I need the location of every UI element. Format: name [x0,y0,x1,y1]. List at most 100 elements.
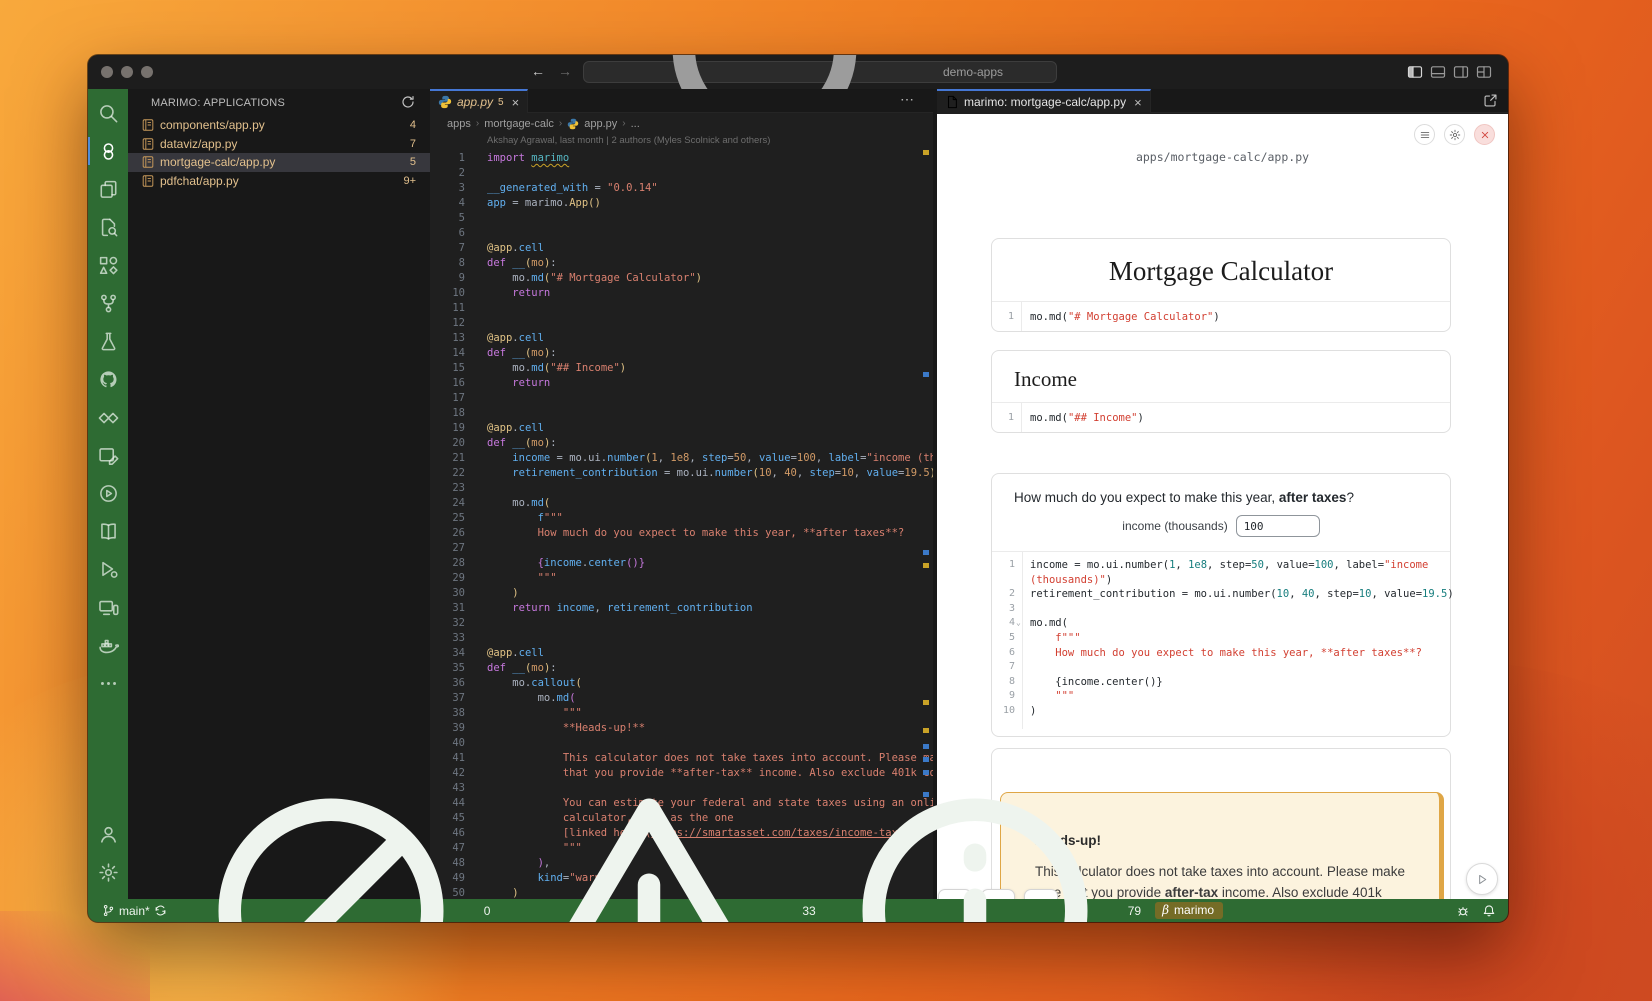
devices-activity-item[interactable] [88,588,128,626]
line-number: 1 [992,403,1022,432]
status-bar: main* 0 33 79 β marimo [88,899,1508,922]
preview-code-line: 7 [992,660,1450,675]
income-heading: Income [1014,367,1077,392]
history-forward-button[interactable]: → [558,63,572,79]
file-search-icon [98,217,119,238]
code-line: 24 mo.md( [430,496,933,511]
shutdown-button[interactable] [1474,124,1495,145]
git-fork-activity-item[interactable] [88,284,128,322]
menu-button[interactable] [1414,124,1435,145]
devices-icon [98,597,119,618]
copy-files-activity-item[interactable] [88,170,128,208]
problem-count-badge: 5 [410,156,416,168]
ruler-mark [923,563,929,568]
docker-activity-item[interactable] [88,626,128,664]
run-activity-item[interactable] [88,550,128,588]
zoom-window-button[interactable] [141,66,153,78]
search-activity-item[interactable] [88,94,128,132]
menu-icon [1419,129,1431,141]
customize-layout-icon[interactable] [1476,64,1492,80]
breadcrumb-item[interactable]: apps [447,118,471,130]
chevron-right-icon: › [476,118,479,129]
file-search-activity-item[interactable] [88,208,128,246]
income-number-input[interactable]: 100 [1236,515,1320,537]
problem-count-badge: 7 [410,138,416,150]
code-line: 22 retirement_contribution = mo.ui.numbe… [430,466,933,481]
tab-bar: marimo: mortgage-calc/app.py × [937,89,1508,113]
code-line: 7@app.cell [430,241,933,256]
symbols-activity-item[interactable] [88,246,128,284]
warning-count: 33 [802,904,815,918]
beaker-activity-item[interactable] [88,322,128,360]
tab-app-py[interactable]: app.py 5 × [430,89,528,113]
ruler-mark [923,728,929,733]
toggle-panel-icon[interactable] [1430,64,1446,80]
window-edit-activity-item[interactable] [88,436,128,474]
branch-icon [102,904,115,917]
play-circle-activity-item[interactable] [88,474,128,512]
code-line: 35def __(mo): [430,661,933,676]
line-number: 1 [992,302,1022,331]
breadcrumb[interactable]: apps›mortgage-calc›app.py›... [430,114,933,133]
code-line: 5 [430,211,933,226]
breadcrumb-item[interactable]: mortgage-calc [484,118,554,130]
bell-icon[interactable] [1482,904,1496,918]
cell-code[interactable]: mo.md("# Mortgage Calculator") [1022,311,1220,323]
notebook-icon [141,137,155,151]
toggle-secondary-sidebar-icon[interactable] [1453,64,1469,80]
beaker-icon [98,331,119,352]
code-line: 2 [430,166,933,181]
settings-button[interactable] [1444,124,1465,145]
diamonds-activity-item[interactable] [88,398,128,436]
refresh-icon[interactable] [400,94,416,110]
file-row[interactable]: components/app.py 4 [128,116,430,135]
remote-label: marimo [1174,903,1214,917]
file-list: components/app.py 4 dataviz/app.py 7 mor… [128,116,430,190]
close-icon[interactable]: × [512,95,520,110]
file-row[interactable]: mortgage-calc/app.py 5 [128,153,430,172]
github-activity-item[interactable] [88,360,128,398]
file-row[interactable]: pdfchat/app.py 9+ [128,172,430,191]
more-actions-icon[interactable]: ⋯ [900,91,915,108]
marimo-logo-icon: β [1162,903,1169,917]
toggle-sidebar-icon[interactable] [1407,64,1423,80]
code-line: 37 mo.md( [430,691,933,706]
open-external-icon[interactable] [1483,93,1498,108]
ruler-mark [923,150,929,155]
command-center[interactable]: demo-apps [583,61,1057,83]
desktop-wallpaper: ← → demo-apps MARIMO: APPLICATIONS [0,0,1652,1001]
run-cell-button[interactable] [1466,863,1498,895]
marimo-remote-badge[interactable]: β marimo [1155,902,1223,919]
code-line: 27 [430,541,933,556]
cell-code-block[interactable]: 1income = mo.ui.number(1, 1e8, step=50, … [992,551,1450,729]
sync-icon[interactable] [154,904,167,917]
preview-code-line: 8 {income.center()} [992,675,1450,690]
window-edit-icon [98,445,119,466]
history-back-button[interactable]: ← [531,63,545,79]
code-line: 18 [430,406,933,421]
file-row[interactable]: dataviz/app.py 7 [128,135,430,154]
fold-chevron-icon[interactable]: ⌄ [1016,616,1021,631]
code-line: 8def __(mo): [430,256,933,271]
more-activity-item[interactable] [88,664,128,702]
bug-icon[interactable] [1456,904,1470,918]
file-name: components/app.py [160,118,265,132]
marimo-explorer-activity-item[interactable] [88,132,128,170]
minimize-window-button[interactable] [121,66,133,78]
breadcrumb-item[interactable]: ... [631,118,640,130]
sidebar-title: MARIMO: APPLICATIONS [151,97,285,109]
close-window-button[interactable] [101,66,113,78]
close-icon[interactable]: × [1134,95,1142,110]
problems-item[interactable]: 0 33 79 [181,761,1141,923]
book-activity-item[interactable] [88,512,128,550]
breadcrumb-item[interactable]: app.py [584,118,617,130]
git-branch-item[interactable]: main* [102,904,167,918]
file-name: dataviz/app.py [160,137,237,151]
tab-marimo-preview[interactable]: marimo: mortgage-calc/app.py × [937,89,1151,113]
warning-icon [499,761,799,923]
code-line: 10 return [430,286,933,301]
cell-code[interactable]: mo.md("## Income") [1022,412,1144,424]
github-icon [98,369,119,390]
play-circle-icon [98,483,119,504]
code-line: 21 income = mo.ui.number(1, 1e8, step=50… [430,451,933,466]
